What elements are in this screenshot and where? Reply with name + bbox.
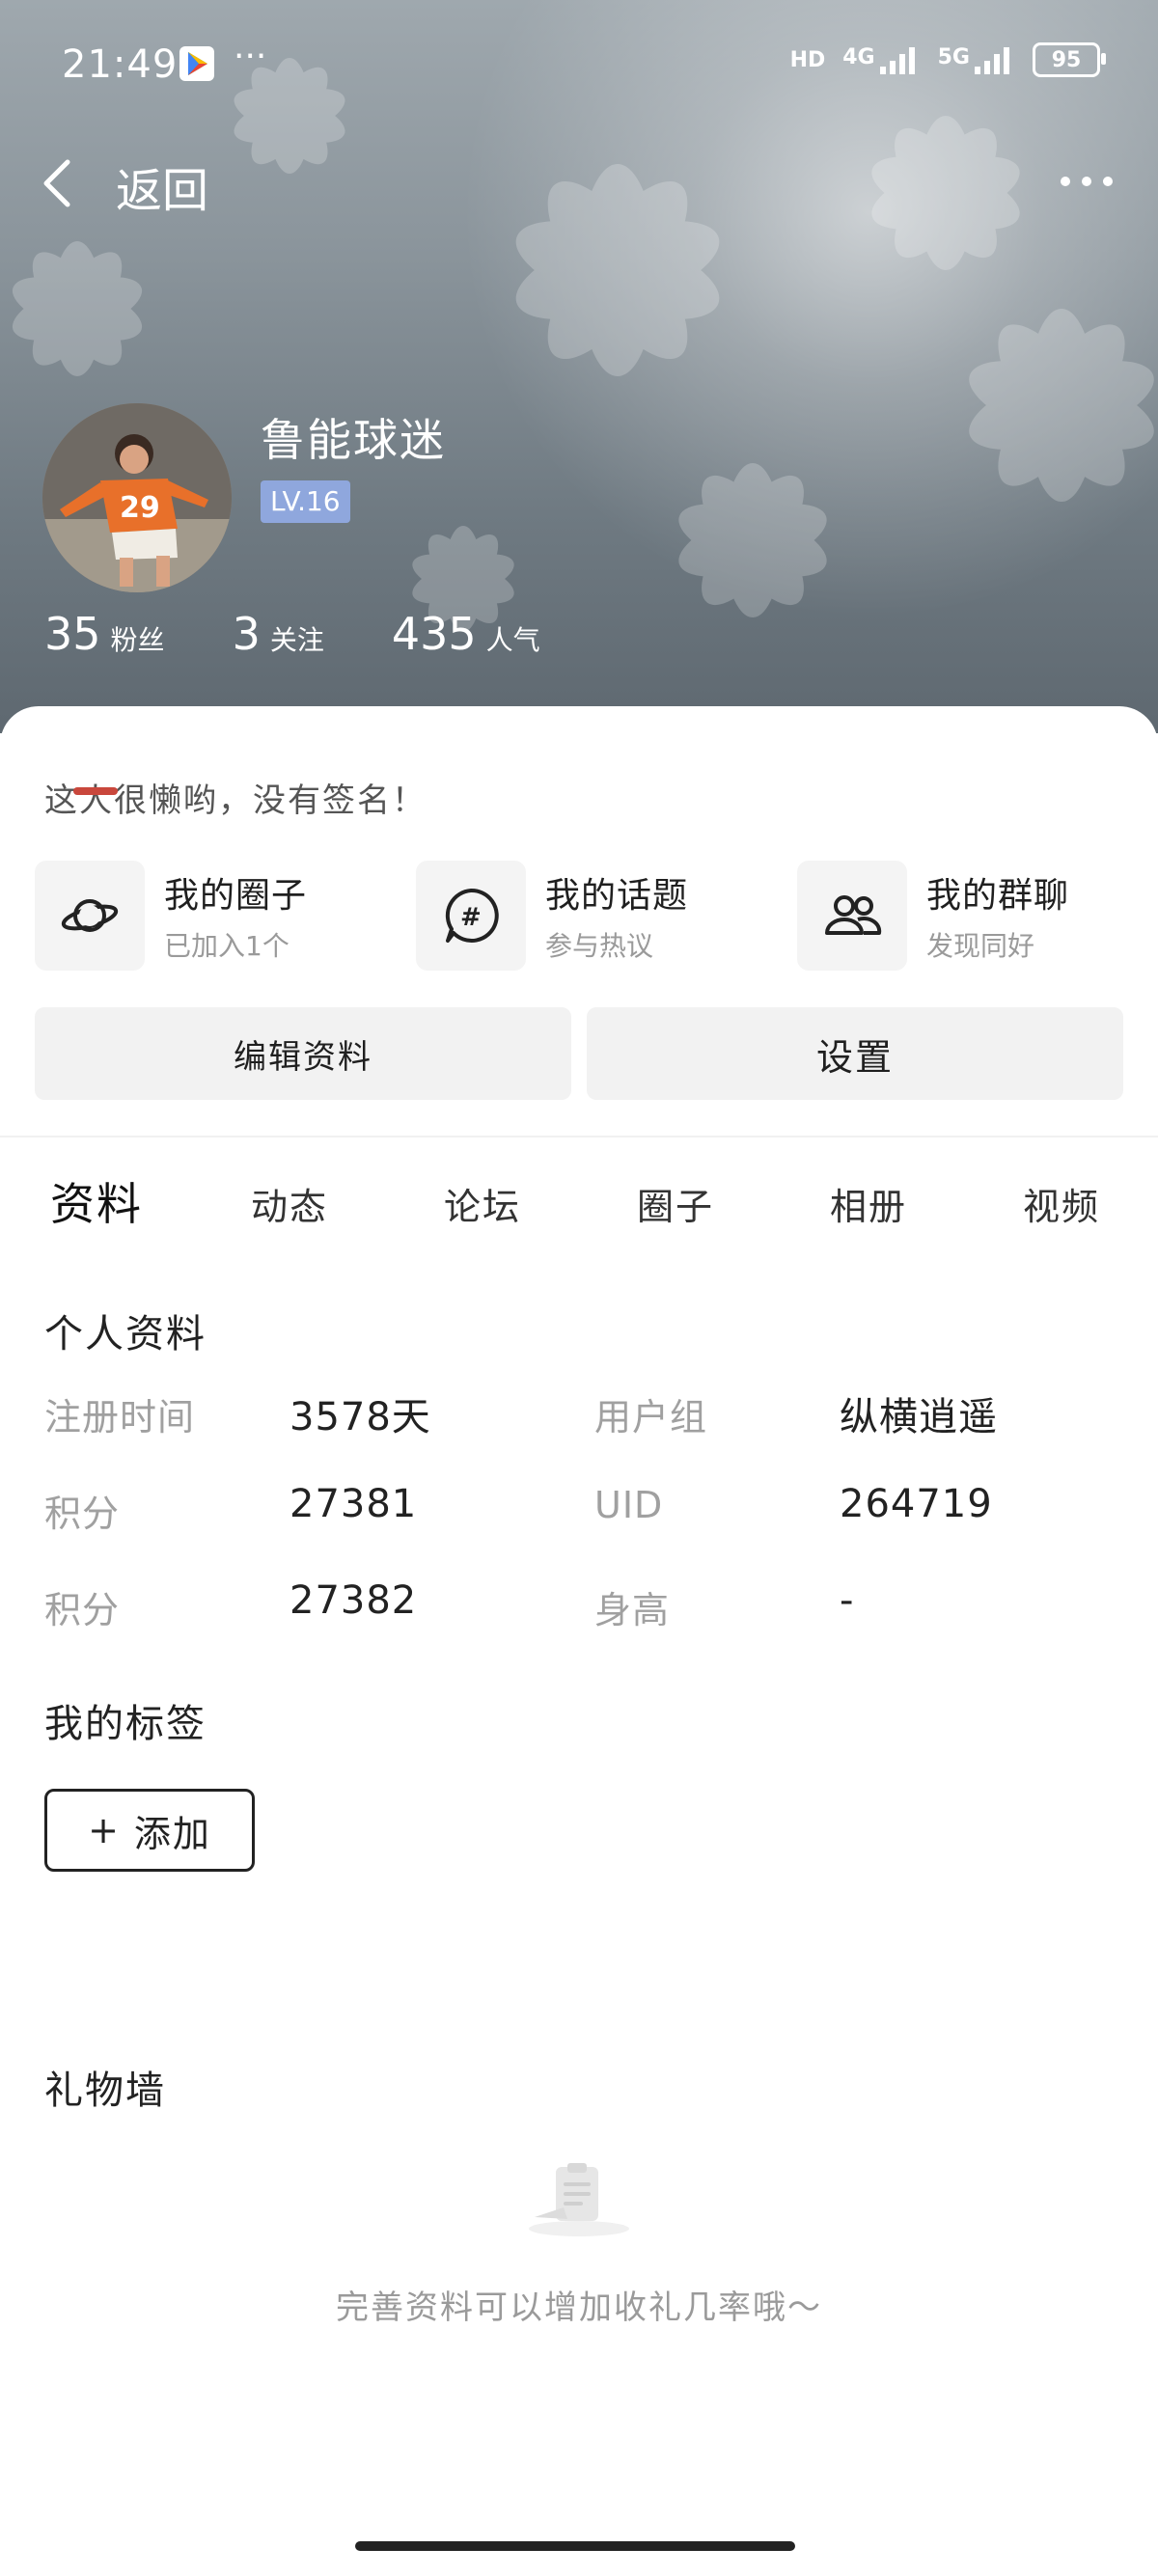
back-button[interactable]: 返回 bbox=[116, 152, 208, 220]
profile-header-background: 21:49 ··· HD 4G 5G 95 返回 29 鲁能球迷 LV.16 3… bbox=[0, 0, 1158, 733]
info-value: 27382 bbox=[290, 1578, 418, 1623]
active-tab-indicator bbox=[73, 787, 118, 795]
stat-label: 人气 bbox=[485, 624, 540, 656]
info-label: UID bbox=[594, 1484, 664, 1526]
info-value: 27381 bbox=[290, 1482, 418, 1526]
stat-value: 3 bbox=[232, 608, 261, 660]
edit-profile-button[interactable]: 编辑资料 bbox=[35, 1007, 571, 1100]
battery-icon: 95 bbox=[1033, 42, 1106, 77]
stat-value: 35 bbox=[44, 608, 101, 660]
svg-text:29: 29 bbox=[120, 491, 160, 525]
plus-icon: + bbox=[88, 1809, 121, 1851]
hashtag-icon: # bbox=[416, 861, 526, 971]
feature-title: 我的群聊 bbox=[926, 876, 1070, 916]
avatar[interactable]: 29 bbox=[42, 403, 232, 592]
settings-button[interactable]: 设置 bbox=[587, 1007, 1123, 1100]
signal-5g-icon: 5G bbox=[938, 45, 1015, 74]
feature-subtitle: 已加入1个 bbox=[164, 930, 290, 962]
feature-title: 我的圈子 bbox=[164, 876, 308, 916]
gift-empty-message: 完善资料可以增加收礼几率哦～ bbox=[336, 2288, 822, 2327]
my-tags-title: 我的标签 bbox=[44, 1702, 207, 1746]
divider bbox=[0, 1136, 1158, 1137]
status-indicators: HD 4G 5G 95 bbox=[789, 42, 1106, 77]
tab-video[interactable]: 视频 bbox=[1023, 1177, 1100, 1230]
empty-clipboard-icon bbox=[529, 2163, 629, 2236]
profile-stats: 35 粉丝 3 关注 435 人气 bbox=[44, 608, 608, 660]
my-group-chats-shortcut[interactable]: 我的群聊 发现同好 bbox=[797, 861, 1125, 971]
planet-icon bbox=[35, 861, 145, 971]
info-value: 纵横逍遥 bbox=[840, 1395, 998, 1439]
signal-4g-icon: 4G bbox=[842, 45, 920, 74]
my-circles-shortcut[interactable]: 我的圈子 已加入1个 bbox=[35, 861, 363, 971]
home-indicator[interactable] bbox=[355, 2541, 795, 2551]
more-options-icon[interactable] bbox=[1058, 174, 1116, 189]
top-navigation: 返回 bbox=[0, 145, 1158, 222]
user-signature: 这人很懒哟，没有签名！ bbox=[44, 781, 427, 820]
personal-info-title: 个人资料 bbox=[44, 1312, 207, 1357]
svg-text:#: # bbox=[460, 903, 482, 932]
info-label: 身高 bbox=[594, 1589, 671, 1631]
stat-label: 粉丝 bbox=[110, 624, 165, 656]
info-value: 3578天 bbox=[290, 1395, 431, 1439]
gift-wall-title: 礼物墙 bbox=[44, 2069, 166, 2113]
stat-following[interactable]: 3 关注 bbox=[233, 608, 324, 660]
status-time: 21:49 bbox=[62, 42, 179, 87]
stat-fans[interactable]: 35 粉丝 bbox=[44, 608, 165, 660]
stat-popularity: 435 人气 bbox=[392, 608, 540, 660]
feature-subtitle: 发现同好 bbox=[926, 930, 1035, 962]
add-tag-label: 添加 bbox=[133, 1812, 211, 1855]
feature-subtitle: 参与热议 bbox=[545, 930, 654, 962]
play-store-icon bbox=[179, 46, 214, 81]
info-label: 用户组 bbox=[594, 1396, 708, 1439]
profile-actions: 编辑资料 设置 bbox=[35, 1007, 1123, 1100]
tab-activity[interactable]: 动态 bbox=[251, 1177, 328, 1230]
feature-shortcuts: 我的圈子 已加入1个 # 我的话题 参与热议 我的群聊 发现同好 bbox=[35, 861, 1125, 971]
group-icon bbox=[797, 861, 907, 971]
info-value: - bbox=[840, 1578, 855, 1623]
profile-tabs: 资料 动态 论坛 圈子 相册 视频 bbox=[0, 1169, 1158, 1275]
info-value: 264719 bbox=[840, 1482, 993, 1526]
stat-label: 关注 bbox=[269, 624, 324, 656]
feature-title: 我的话题 bbox=[545, 876, 689, 916]
tab-forum[interactable]: 论坛 bbox=[444, 1177, 521, 1230]
stat-value: 435 bbox=[391, 608, 477, 660]
info-label: 积分 bbox=[44, 1589, 121, 1631]
level-badge: LV.16 bbox=[261, 480, 350, 523]
hd-indicator: HD bbox=[789, 47, 826, 72]
tab-album[interactable]: 相册 bbox=[830, 1177, 907, 1230]
info-label: 注册时间 bbox=[44, 1396, 196, 1439]
back-arrow-icon[interactable] bbox=[39, 156, 77, 210]
status-more-dots: ··· bbox=[234, 37, 267, 76]
tab-circles[interactable]: 圈子 bbox=[637, 1177, 714, 1230]
my-topics-shortcut[interactable]: # 我的话题 参与热议 bbox=[416, 861, 744, 971]
user-nickname: 鲁能球迷 bbox=[261, 414, 446, 466]
tab-profile[interactable]: 资料 bbox=[50, 1169, 143, 1233]
info-label: 积分 bbox=[44, 1493, 121, 1535]
add-tag-button[interactable]: + 添加 bbox=[44, 1789, 255, 1872]
status-bar: 21:49 ··· HD 4G 5G 95 bbox=[0, 0, 1158, 125]
